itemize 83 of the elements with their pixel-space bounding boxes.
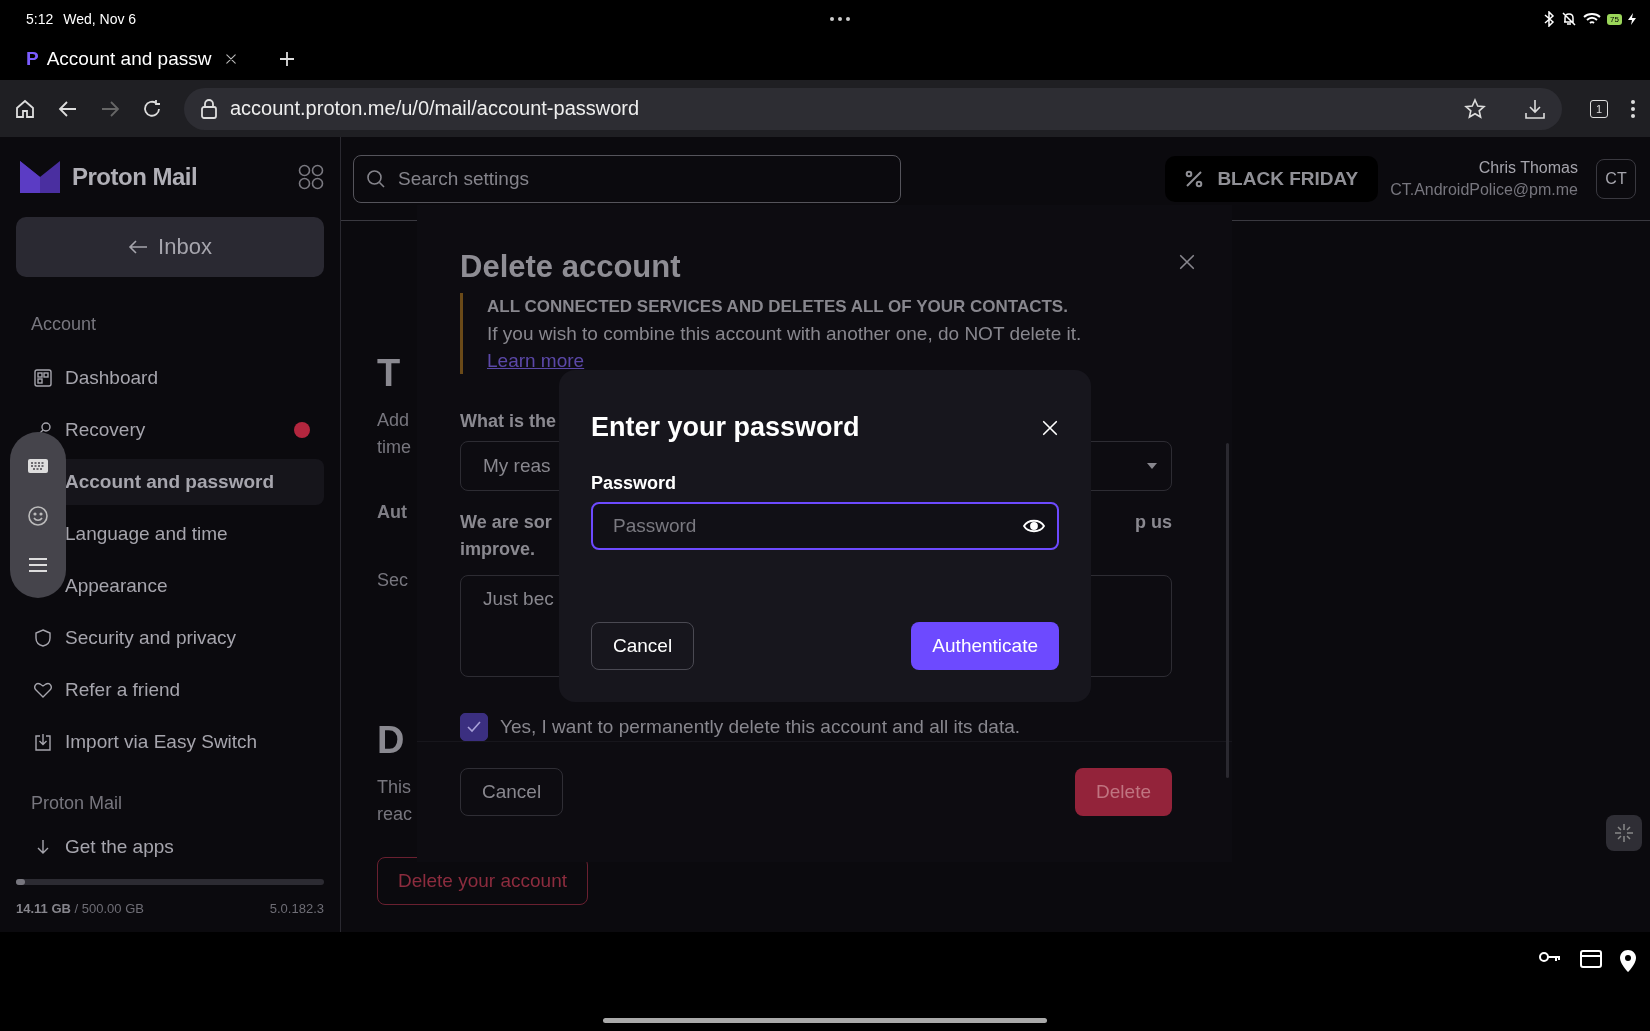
user-email: CT.AndroidPolice@pm.me [1390, 180, 1578, 199]
checkmark-icon [467, 721, 481, 733]
cancel-button[interactable]: Cancel [591, 622, 695, 670]
body-text: Aut [377, 501, 407, 524]
section-title: Proton Mail [30, 792, 124, 815]
forward-icon[interactable] [100, 99, 120, 118]
version-text: 5.0.182.3 [269, 901, 324, 916]
password-field[interactable]: Password [591, 502, 1059, 550]
user-avatar[interactable]: CT [1596, 158, 1636, 199]
warning-text: If you wish to combine this account with another one, do NOT delete it. [487, 322, 1083, 346]
brand-name: Proton Mail [72, 163, 199, 191]
section-heading: T [377, 351, 401, 395]
back-arrow-icon [128, 239, 149, 255]
card-icon[interactable] [1580, 950, 1602, 968]
close-icon[interactable] [1041, 418, 1059, 437]
envelope-logo-icon [20, 161, 60, 193]
battery-level: 75 [1607, 13, 1622, 25]
browser-tab[interactable]: P Account and passw [26, 48, 212, 70]
sidebar-item[interactable]: Appearance [16, 563, 324, 609]
back-icon[interactable] [58, 99, 78, 118]
sparkle-button[interactable] [1606, 815, 1642, 851]
tab-count[interactable]: 1 [1590, 99, 1608, 118]
confirm-label: Yes, I want to permanently delete this account and all its data. [500, 716, 1020, 738]
reload-icon[interactable] [142, 98, 162, 119]
field-label: improve. [460, 538, 536, 561]
shield-icon [33, 628, 53, 648]
download-icon[interactable] [1524, 97, 1546, 120]
new-tab-icon[interactable] [279, 51, 296, 67]
close-icon[interactable] [225, 53, 238, 65]
percent-icon [1185, 169, 1204, 188]
cancel-button[interactable]: Cancel [460, 768, 564, 816]
field-label: p us [1135, 511, 1172, 534]
search-field[interactable]: Search settings [353, 154, 901, 203]
home-icon[interactable] [14, 97, 36, 120]
dialog-title: Enter your password [591, 412, 860, 443]
more-dots-icon [829, 17, 850, 21]
muted-bell-icon [1561, 11, 1578, 27]
dialog-title: Delete account [460, 249, 681, 285]
address-bar[interactable]: account.proton.me/u/0/mail/account-password [184, 87, 1562, 130]
wifi-icon [1583, 12, 1602, 26]
field-label: We are sor [460, 511, 552, 534]
heart-icon [33, 680, 53, 700]
smiley-icon[interactable] [27, 505, 49, 527]
apps-grid-icon[interactable] [298, 164, 324, 190]
body-text: Sec [377, 569, 409, 592]
menu-icon[interactable] [28, 558, 48, 573]
sidebar-item[interactable]: Language and time [16, 511, 324, 557]
storage-usage: 14.11 GB / 500.00 GB [16, 901, 144, 916]
lock-icon [200, 98, 218, 119]
user-name: Chris Thomas [1477, 158, 1578, 177]
menu-icon[interactable] [1630, 98, 1636, 119]
search-icon [366, 168, 386, 189]
sidebar-item[interactable]: Dashboard [16, 355, 324, 401]
sparkle-icon [1614, 823, 1634, 843]
bluetooth-icon [1543, 11, 1556, 27]
caret-icon [1147, 463, 1157, 469]
body-text: time [377, 436, 411, 459]
dashboard-icon [33, 368, 53, 388]
body-text: Add [377, 409, 410, 432]
authenticate-button[interactable]: Authenticate [911, 622, 1059, 670]
inbox-button[interactable]: Inbox [16, 217, 324, 277]
sidebar-item[interactable]: Security and privacy [16, 615, 324, 661]
field-label: Password [591, 473, 678, 494]
section-heading: D [377, 718, 405, 762]
field-label: What is the [460, 410, 556, 433]
clock-time: 5:12 [26, 11, 54, 27]
section-title: Account [30, 313, 98, 336]
warning-text: ALL CONNECTED SERVICES AND DELETES ALL OF YOUR CONTACTS. [487, 296, 1069, 318]
import-icon [33, 732, 53, 752]
confirm-checkbox[interactable] [460, 713, 488, 741]
sidebar-item[interactable]: Get the apps [16, 824, 324, 870]
sidebar-item[interactable]: Refer a friend [16, 667, 324, 713]
keyboard-icon[interactable] [27, 457, 49, 474]
date-text: Wed, Nov 6 [63, 11, 137, 27]
key-icon[interactable] [1538, 950, 1562, 964]
promo-button[interactable]: BLACK FRIDAY [1165, 155, 1379, 202]
sidebar-item[interactable]: Import via Easy Switch [16, 719, 324, 765]
star-icon[interactable] [1464, 97, 1486, 120]
body-text: reac [377, 803, 412, 826]
location-pin-icon[interactable] [1620, 950, 1636, 972]
body-text: This [377, 776, 411, 799]
eye-icon[interactable] [1023, 518, 1045, 534]
charging-icon [1628, 13, 1636, 25]
